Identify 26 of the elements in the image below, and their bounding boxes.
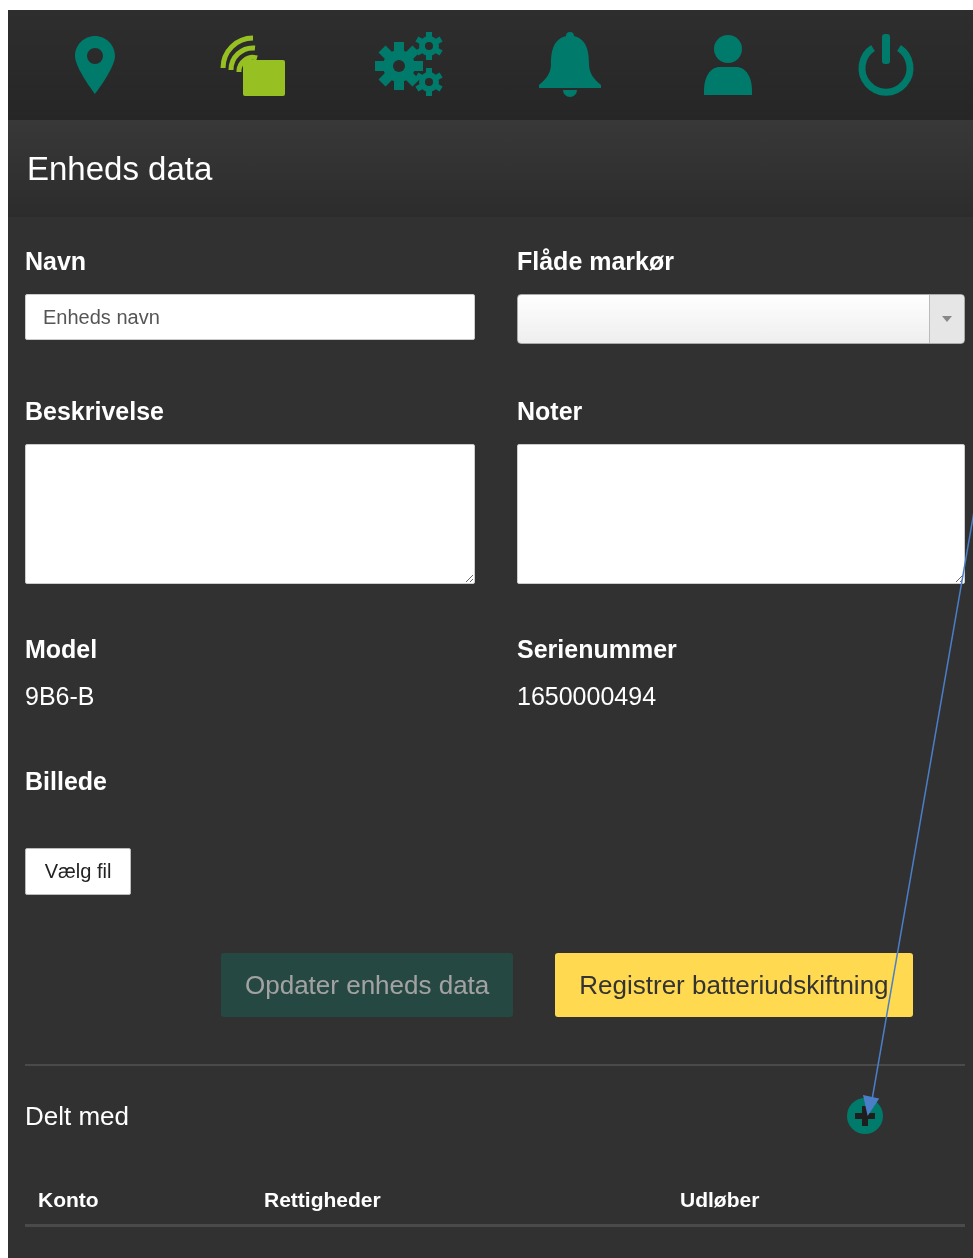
field-label: Serienummer [517,635,678,664]
text-area-field[interactable] [517,444,965,584]
field-label: Flåde markør [517,247,675,276]
register-battery-button[interactable]: Registrer batteriudskiftning [555,953,913,1017]
field-value: 9B6-B [25,682,96,711]
field-label: Beskrivelse [25,397,165,426]
column-header: Konto [38,1188,100,1212]
dropdown-field[interactable] [517,294,965,344]
choose-file-button[interactable]: Vælg fil [25,848,131,895]
field-label: Navn [25,247,88,276]
section-title: Delt med [25,1100,131,1132]
column-header: Rettigheder [264,1188,382,1212]
field-label: Model [25,635,99,664]
wireless-device-icon[interactable] [219,34,288,96]
column-header: Udløber [680,1188,761,1212]
user-icon[interactable] [703,35,752,95]
location-pin-icon[interactable] [75,36,116,94]
name-field[interactable]: Enheds navn [25,294,475,340]
bell-icon[interactable] [538,32,601,98]
power-icon[interactable] [856,34,915,96]
field-value: 1650000494 [517,682,658,711]
text-area-field[interactable] [25,444,475,584]
field-label: Billede [25,767,108,796]
caret-icon [942,316,952,322]
field-label: Noter [517,397,584,426]
page-title: Enheds data [27,149,213,188]
